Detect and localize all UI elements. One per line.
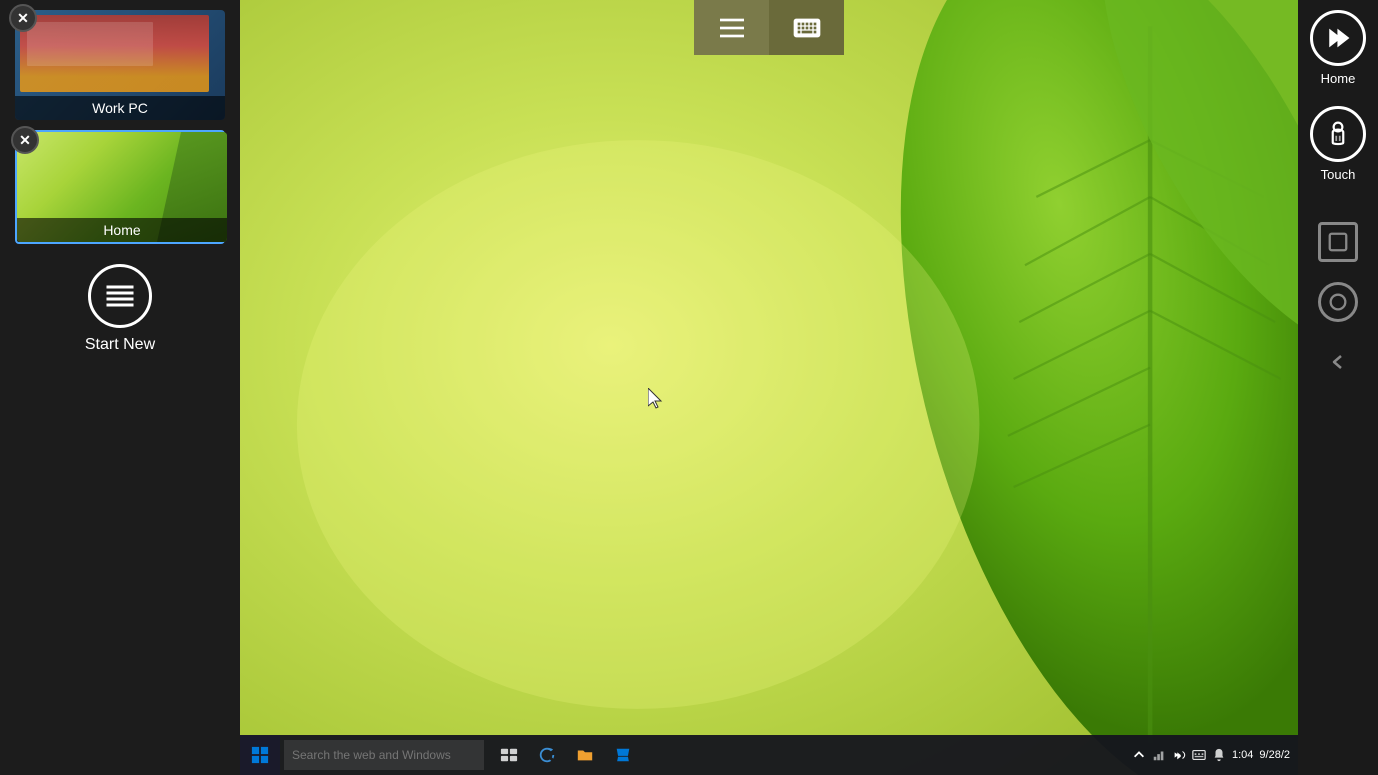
- explorer-button[interactable]: [570, 740, 600, 770]
- home-button[interactable]: Home: [1310, 10, 1366, 86]
- nav-home-button[interactable]: [1318, 282, 1358, 322]
- network-icon: [1152, 748, 1166, 762]
- circle-icon: [1327, 291, 1349, 313]
- menu-button[interactable]: [694, 0, 769, 55]
- start-new-icon: [88, 264, 152, 328]
- touch-button[interactable]: Touch: [1310, 106, 1366, 182]
- date-display: 9/28/2: [1259, 749, 1290, 761]
- keyboard-icon: [791, 12, 823, 44]
- notification-chevron-icon: [1132, 748, 1146, 762]
- menu-icon: [716, 12, 748, 44]
- top-toolbar: [694, 0, 844, 55]
- time-display: 1:04: [1232, 749, 1253, 761]
- start-new-button[interactable]: Start New: [85, 264, 155, 354]
- taskbar: 1:04 9/28/2: [240, 735, 1298, 775]
- edge-icon: [538, 746, 556, 764]
- home-close-button[interactable]: ✕: [11, 126, 39, 154]
- touch-hand-icon: [1324, 120, 1352, 148]
- wallpaper: [240, 0, 1298, 775]
- recent-apps-button[interactable]: [1318, 222, 1358, 262]
- back-button[interactable]: [1318, 342, 1358, 382]
- windows-logo-icon: [251, 746, 269, 764]
- store-button[interactable]: [608, 740, 638, 770]
- home-session-card[interactable]: ✕ Home: [15, 130, 225, 244]
- main-area: 1:04 9/28/2: [240, 0, 1298, 775]
- forward-fast-icon: [1324, 24, 1352, 52]
- back-icon: [1326, 350, 1350, 374]
- touch-button-icon: [1310, 106, 1366, 162]
- right-sidebar: Home Touch: [1298, 0, 1378, 775]
- keyboard-button[interactable]: [769, 0, 844, 55]
- store-icon: [614, 746, 632, 764]
- notifications-icon: [1212, 748, 1226, 762]
- edge-button[interactable]: [532, 740, 562, 770]
- workpc-session-card[interactable]: ✕ Work PC: [15, 10, 225, 120]
- taskview-button[interactable]: [494, 740, 524, 770]
- taskview-icon: [500, 746, 518, 764]
- left-sidebar: ✕ Work PC ✕ Home Start New: [0, 0, 240, 775]
- taskbar-icons: [494, 740, 638, 770]
- start-button[interactable]: [240, 735, 280, 775]
- explorer-icon: [576, 746, 594, 764]
- workpc-label: Work PC: [15, 96, 225, 120]
- volume-icon: [1172, 748, 1186, 762]
- home-button-icon: [1310, 10, 1366, 66]
- keyboard-taskbar-icon: [1192, 748, 1206, 762]
- workpc-close-button[interactable]: ✕: [9, 4, 37, 32]
- home-label: Home: [1321, 71, 1356, 86]
- home-label: Home: [17, 218, 227, 242]
- start-new-label: Start New: [85, 336, 155, 354]
- list-icon: [102, 278, 138, 314]
- taskbar-right: 1:04 9/28/2: [1132, 748, 1298, 762]
- search-input[interactable]: [284, 740, 484, 770]
- touch-label: Touch: [1321, 167, 1356, 182]
- square-icon: [1327, 231, 1349, 253]
